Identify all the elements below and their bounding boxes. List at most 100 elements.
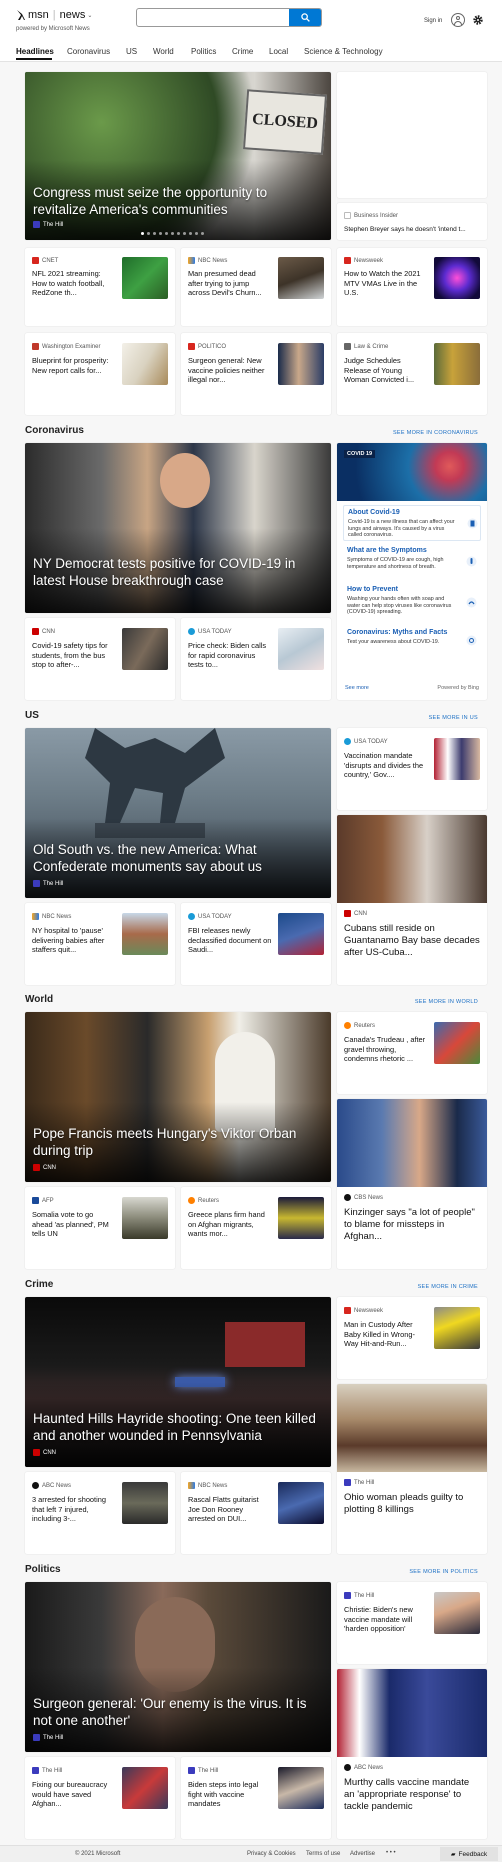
see-more-coronavirus[interactable]: SEE MORE IN CORONAVIRUS [393, 430, 478, 436]
headline[interactable]: Greece plans firm hand on Afghan migrant… [188, 1210, 272, 1250]
footer-link-privacy[interactable]: Privacy & Cookies [247, 1851, 296, 1857]
headline[interactable]: FBI releases newly declassified document… [188, 926, 272, 966]
headline[interactable]: Biden steps into legal fight with vaccin… [188, 1780, 272, 1820]
hero-title[interactable]: Haunted Hills Hayride shooting: One teen… [33, 1410, 323, 1444]
hero-title[interactable]: Old South vs. the new America: What Conf… [33, 841, 313, 875]
footer-link-terms[interactable]: Terms of use [306, 1851, 340, 1857]
section-title-world: World [25, 994, 54, 1005]
tab-us[interactable]: US [126, 47, 137, 56]
thumbnail [434, 1307, 480, 1349]
news-card[interactable]: Newsweek How to Watch the 2021 MTV VMAs … [337, 248, 487, 326]
news-card[interactable]: Washington Examiner Blueprint for prospe… [25, 333, 175, 415]
feedback-button[interactable]: ▰ Feedback [440, 1847, 498, 1861]
carousel-dots[interactable] [141, 232, 204, 235]
hero-title[interactable]: NY Democrat tests positive for COVID-19 … [33, 555, 323, 589]
headline[interactable]: How to Watch the 2021 MTV VMAs Live in t… [344, 269, 428, 309]
headline[interactable]: Covid-19 safety tips for students, from … [32, 641, 112, 681]
news-card[interactable]: Reuters Greece plans firm hand on Afghan… [181, 1187, 331, 1269]
headline[interactable]: NY hospital to 'pause' delivering babies… [32, 926, 112, 966]
news-card[interactable]: AFP Somalia vote to go ahead 'as planned… [25, 1187, 175, 1269]
news-card[interactable]: ABC News 3 arrested for shooting that le… [25, 1472, 175, 1554]
news-card[interactable]: NBC News NY hospital to 'pause' deliveri… [25, 903, 175, 985]
headline[interactable]: Christie: Biden's new vaccine mandate wi… [344, 1605, 428, 1645]
news-card[interactable]: CNN Covid-19 safety tips for students, f… [25, 618, 175, 700]
hero-card-crime[interactable]: Haunted Hills Hayride shooting: One teen… [25, 1297, 331, 1467]
covid-see-more-link[interactable]: See more [345, 685, 369, 691]
info-item-prevent[interactable]: How to Prevent Washing your hands often … [343, 583, 481, 623]
news-card[interactable]: USA TODAY Price check: Biden calls for r… [181, 618, 331, 700]
tall-card-crime[interactable]: The Hill Ohio woman pleads guilty to plo… [337, 1384, 487, 1554]
footer-link-advertise[interactable]: Advertise [350, 1851, 375, 1857]
side-card-world[interactable]: Reuters Canada's Trudeau , after gravel … [337, 1012, 487, 1094]
headline[interactable]: Price check: Biden calls for rapid coron… [188, 641, 272, 681]
hero-card-us[interactable]: Old South vs. the new America: What Conf… [25, 728, 331, 898]
hero-card-top[interactable]: CLOSED Congress must seize the opportuni… [25, 72, 331, 240]
hero-title[interactable]: Surgeon general: 'Our enemy is the virus… [33, 1695, 323, 1729]
thumbnail [122, 628, 168, 670]
see-more-crime[interactable]: SEE MORE IN CRIME [418, 1284, 478, 1290]
news-card[interactable]: NBC News Man presumed dead after trying … [181, 248, 331, 326]
tab-headlines[interactable]: Headlines [16, 47, 54, 56]
info-item-about[interactable]: About Covid-19 Covid-19 is a new illness… [343, 505, 481, 541]
sign-in-link[interactable]: Sign in [424, 18, 442, 24]
headline[interactable]: Vaccination mandate 'disrupts and divide… [344, 751, 428, 791]
gear-icon[interactable] [472, 14, 484, 26]
news-card[interactable]: NBC News Rascal Flatts guitarist Joe Don… [181, 1472, 331, 1554]
brand-news: news [59, 9, 86, 21]
headline[interactable]: Murthy calls vaccine mandate an 'appropr… [344, 1777, 480, 1817]
news-card[interactable]: The Hill Fixing our bureaucracy would ha… [25, 1757, 175, 1839]
search-box[interactable] [136, 8, 322, 27]
headline[interactable]: Rascal Flatts guitarist Joe Don Rooney a… [188, 1495, 272, 1535]
more-icon[interactable]: • • • [386, 1850, 396, 1856]
headline[interactable]: NFL 2021 streaming: How to watch footbal… [32, 269, 112, 309]
headline[interactable]: Somalia vote to go ahead 'as planned', P… [32, 1210, 112, 1250]
tall-card-politics[interactable]: ABC News Murthy calls vaccine mandate an… [337, 1669, 487, 1839]
news-card[interactable]: Law & Crime Judge Schedules Release of Y… [337, 333, 487, 415]
headline[interactable]: Man in Custody After Baby Killed in Wron… [344, 1320, 428, 1360]
search-button[interactable] [289, 9, 321, 26]
hero-card-coronavirus[interactable]: NY Democrat tests positive for COVID-19 … [25, 443, 331, 613]
headline[interactable]: Kinzinger says "a lot of people" to blam… [344, 1207, 480, 1247]
headline[interactable]: Canada's Trudeau , after gravel throwing… [344, 1035, 428, 1075]
headline[interactable]: Cubans still reside on Guantanamo Bay ba… [344, 923, 480, 963]
headline[interactable]: Fixing our bureaucracy would have saved … [32, 1780, 112, 1820]
tall-card-us[interactable]: CNN Cubans still reside on Guantanamo Ba… [337, 815, 487, 985]
headline[interactable]: Man presumed dead after trying to jump a… [188, 269, 272, 309]
side-card-crime[interactable]: Newsweek Man in Custody After Baby Kille… [337, 1297, 487, 1379]
tall-card-world[interactable]: CBS News Kinzinger says "a lot of people… [337, 1099, 487, 1269]
news-card[interactable]: CNET NFL 2021 streaming: How to watch fo… [25, 248, 175, 326]
tab-science-technology[interactable]: Science & Technology [304, 47, 383, 56]
msn-logo[interactable]: msn | news ⌄ [16, 9, 92, 21]
thumbnail [337, 1669, 487, 1757]
tab-local[interactable]: Local [269, 47, 288, 56]
news-card[interactable]: USA TODAY FBI releases newly declassifie… [181, 903, 331, 985]
headline[interactable]: 3 arrested for shooting that left 7 inju… [32, 1495, 112, 1535]
see-more-politics[interactable]: SEE MORE IN POLITICS [409, 1569, 478, 1575]
info-item-myths[interactable]: Coronavirus: Myths and Facts Test your a… [343, 626, 481, 662]
info-item-symptoms[interactable]: What are the Symptoms Symptoms of COVID-… [343, 544, 481, 580]
side-card-us[interactable]: USA TODAY Vaccination mandate 'disrupts … [337, 728, 487, 810]
headline[interactable]: Surgeon general: New vaccine policies ne… [188, 356, 272, 396]
headline[interactable]: Blueprint for prosperity: New report cal… [32, 356, 112, 396]
news-card[interactable]: POLITICO Surgeon general: New vaccine po… [181, 333, 331, 415]
headline[interactable]: Stephen Breyer says he doesn't 'intend t… [344, 225, 484, 235]
news-card[interactable]: The Hill Biden steps into legal fight wi… [181, 1757, 331, 1839]
handwash-icon [466, 597, 477, 608]
tab-coronavirus[interactable]: Coronavirus [67, 47, 110, 56]
tab-world[interactable]: World [153, 47, 174, 56]
section-title-politics: Politics [25, 1564, 61, 1575]
hero-card-politics[interactable]: Surgeon general: 'Our enemy is the virus… [25, 1582, 331, 1752]
headline[interactable]: Judge Schedules Release of Young Woman C… [344, 356, 428, 396]
headline[interactable]: Ohio woman pleads guilty to plotting 8 k… [344, 1492, 480, 1532]
search-input[interactable] [139, 11, 289, 24]
avatar-icon[interactable] [451, 13, 465, 27]
tab-politics[interactable]: Politics [191, 47, 216, 56]
see-more-us[interactable]: SEE MORE IN US [429, 715, 478, 721]
hero-title[interactable]: Pope Francis meets Hungary's Viktor Orba… [33, 1125, 313, 1159]
hero-card-world[interactable]: Pope Francis meets Hungary's Viktor Orba… [25, 1012, 331, 1182]
side-card-politics[interactable]: The Hill Christie: Biden's new vaccine m… [337, 1582, 487, 1664]
see-more-world[interactable]: SEE MORE IN WORLD [415, 999, 478, 1005]
side-card-top[interactable]: Business Insider Stephen Breyer says he … [337, 203, 487, 240]
hero-title[interactable]: Congress must seize the opportunity to r… [33, 184, 313, 218]
tab-crime[interactable]: Crime [232, 47, 253, 56]
